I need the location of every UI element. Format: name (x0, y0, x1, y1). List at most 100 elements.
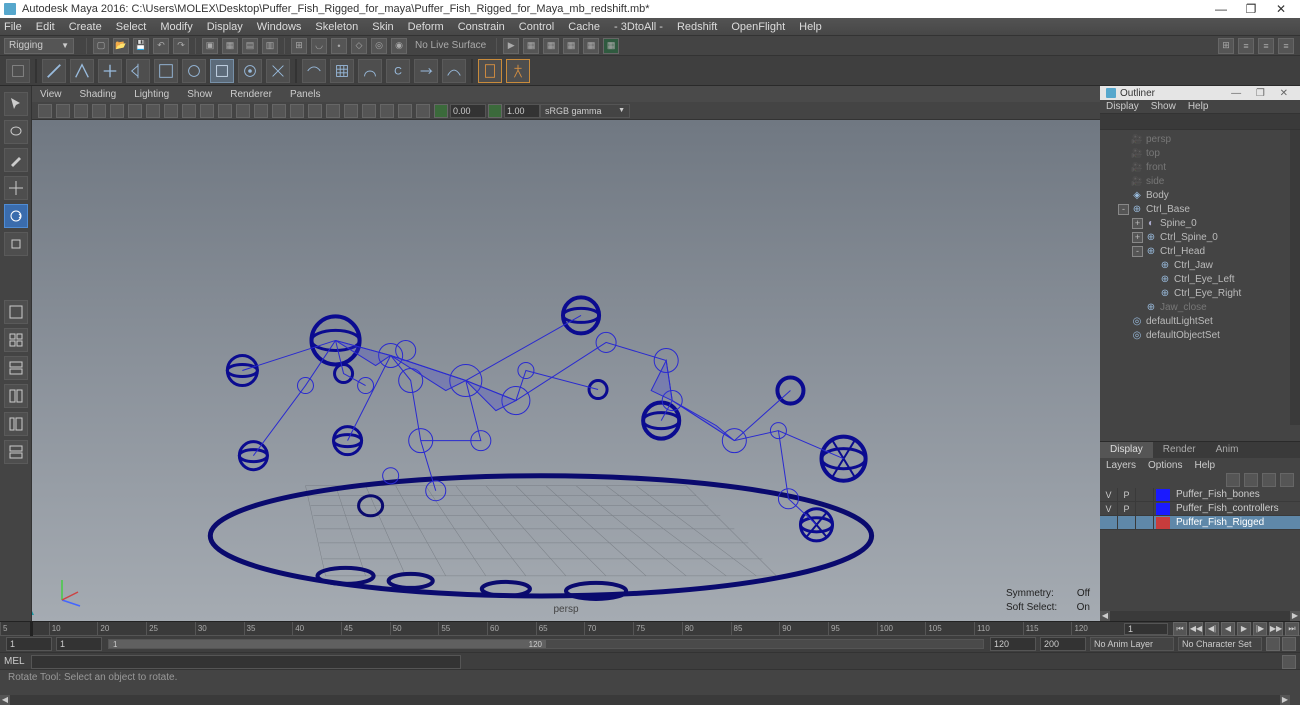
layer-playback-toggle[interactable] (1118, 516, 1136, 530)
persp-graph-icon[interactable] (4, 440, 28, 464)
two-pane-v-icon[interactable] (4, 384, 28, 408)
render-settings-icon[interactable]: ▦ (563, 38, 579, 54)
vp-image-plane-icon[interactable] (74, 104, 88, 118)
vp-motion-blur-icon[interactable] (344, 104, 358, 118)
layer-vis-toggle[interactable]: V (1100, 502, 1118, 516)
menu-file[interactable]: File (4, 21, 22, 33)
vp-isolate-icon[interactable] (380, 104, 394, 118)
vp-lights-icon[interactable] (290, 104, 304, 118)
snap-center-icon[interactable]: ◎ (371, 38, 387, 54)
ik-handle-icon[interactable] (70, 59, 94, 83)
layer-move-down-icon[interactable] (1244, 473, 1258, 487)
layer-playback-toggle[interactable]: P (1118, 502, 1136, 516)
outliner-item[interactable]: -Ctrl_Base (1104, 202, 1296, 216)
mirror-joint-icon[interactable] (126, 59, 150, 83)
outliner-item[interactable]: defaultObjectSet (1104, 328, 1296, 342)
tool-settings-icon[interactable]: ≡ (1278, 38, 1294, 54)
redo-icon[interactable]: ↷ (173, 38, 189, 54)
menu-modify[interactable]: Modify (160, 21, 192, 33)
single-pane-icon[interactable] (4, 300, 28, 324)
vp-menu-shading[interactable]: Shading (80, 89, 117, 100)
panel-layout-icon[interactable]: ⊞ (1218, 38, 1234, 54)
panel-window-controls[interactable]: — ❐ ✕ (1231, 88, 1294, 99)
outliner-item[interactable]: side (1104, 174, 1296, 188)
insert-joint-icon[interactable] (98, 59, 122, 83)
outliner-item[interactable]: -Ctrl_Head (1104, 244, 1296, 258)
key-fwd-icon[interactable]: |▶ (1253, 622, 1267, 636)
vp-field-chart-icon[interactable] (182, 104, 196, 118)
new-scene-icon[interactable]: ▢ (93, 38, 109, 54)
range-end[interactable] (990, 637, 1036, 651)
command-input[interactable] (31, 655, 461, 669)
gamma-field[interactable]: 1.00 (504, 104, 540, 118)
outliner-item[interactable]: front (1104, 160, 1296, 174)
layer-color-swatch[interactable] (1156, 489, 1170, 501)
vp-shadows-icon[interactable] (308, 104, 322, 118)
vp-menu-renderer[interactable]: Renderer (230, 89, 272, 100)
rotate-tool-icon[interactable] (4, 204, 28, 228)
tree-expander-icon[interactable]: - (1118, 204, 1129, 215)
vp-resolution-gate-icon[interactable] (146, 104, 160, 118)
scrollbar-horizontal[interactable]: ◀ ▶ (0, 695, 1290, 705)
vp-aa-icon[interactable] (362, 104, 376, 118)
menu-redshift[interactable]: Redshift (677, 21, 717, 33)
vp-safe-title-icon[interactable] (218, 104, 232, 118)
outliner-item[interactable]: Ctrl_Eye_Left (1104, 272, 1296, 286)
paint-weights-icon[interactable] (266, 59, 290, 83)
vp-shaded-icon[interactable] (254, 104, 268, 118)
vp-ao-icon[interactable] (326, 104, 340, 118)
tree-expander-icon[interactable]: + (1132, 218, 1143, 229)
range-start-outer[interactable] (6, 637, 52, 651)
attr-editor-icon[interactable]: ≡ (1258, 38, 1274, 54)
bind-skin-icon[interactable] (210, 59, 234, 83)
go-start-icon[interactable]: ⏮ (1173, 622, 1187, 636)
outliner-item[interactable]: defaultLightSet (1104, 314, 1296, 328)
layer-tab-display[interactable]: Display (1100, 442, 1153, 458)
close-button[interactable]: ✕ (1266, 2, 1296, 16)
outliner-tree[interactable]: persptopfrontsideBody-Ctrl_Base+Spine_0+… (1100, 130, 1300, 441)
snap-curve-icon[interactable]: ◡ (311, 38, 327, 54)
menu-select[interactable]: Select (116, 21, 147, 33)
range-end-outer[interactable] (1040, 637, 1086, 651)
menu-cache[interactable]: Cache (568, 21, 600, 33)
viewport-3d[interactable]: persp Symmetry:Off Soft Select:On (32, 120, 1100, 621)
human-ik-icon[interactable] (506, 59, 530, 83)
vp-menu-view[interactable]: View (40, 89, 62, 100)
vp-exposure-icon[interactable] (434, 104, 448, 118)
script-editor-icon[interactable] (1282, 655, 1296, 669)
snap-plane-icon[interactable]: ◇ (351, 38, 367, 54)
menu-control[interactable]: Control (519, 21, 554, 33)
outliner-menu-show[interactable]: Show (1151, 101, 1176, 112)
shelf-tab-icon[interactable] (6, 59, 30, 83)
workspace-dropdown[interactable]: Rigging ▼ (4, 38, 74, 54)
layer-row[interactable]: Puffer_Fish_Rigged (1100, 516, 1300, 530)
outliner-menu-display[interactable]: Display (1106, 101, 1139, 112)
select-component-icon[interactable]: ▤ (242, 38, 258, 54)
time-scrub-handle[interactable] (30, 622, 33, 636)
vp-menu-panels[interactable]: Panels (290, 89, 321, 100)
tree-expander-icon[interactable]: - (1132, 246, 1143, 257)
vp-xray-joints-icon[interactable] (416, 104, 430, 118)
vp-film-gate-icon[interactable] (128, 104, 142, 118)
select-object-icon[interactable]: ▦ (222, 38, 238, 54)
outliner-item[interactable]: persp (1104, 132, 1296, 146)
layer-new-empty-icon[interactable] (1262, 473, 1276, 487)
channel-box-icon[interactable]: ≡ (1238, 38, 1254, 54)
key-back-icon[interactable]: ◀| (1205, 622, 1219, 636)
wrap-icon[interactable] (358, 59, 382, 83)
vp-select-camera-icon[interactable] (38, 104, 52, 118)
layer-tab-anim[interactable]: Anim (1206, 442, 1249, 458)
cluster-icon[interactable]: C (386, 59, 410, 83)
four-pane-icon[interactable] (4, 328, 28, 352)
construction-history-icon[interactable]: ▶ (503, 38, 519, 54)
current-frame-field[interactable]: 1 (1124, 623, 1168, 635)
menu-dtoall[interactable]: - 3DtoAll - (614, 21, 663, 33)
render-frame-icon[interactable]: ▦ (523, 38, 539, 54)
outliner-item[interactable]: +Ctrl_Spine_0 (1104, 230, 1296, 244)
anim-layer-dropdown[interactable]: No Anim Layer (1090, 637, 1174, 651)
save-scene-icon[interactable]: 💾 (133, 38, 149, 54)
outliner-item[interactable]: Body (1104, 188, 1296, 202)
layer-menu-layers[interactable]: Layers (1106, 460, 1136, 471)
maximize-button[interactable]: ❐ (1236, 2, 1266, 16)
cmd-lang-label[interactable]: MEL (4, 656, 25, 667)
